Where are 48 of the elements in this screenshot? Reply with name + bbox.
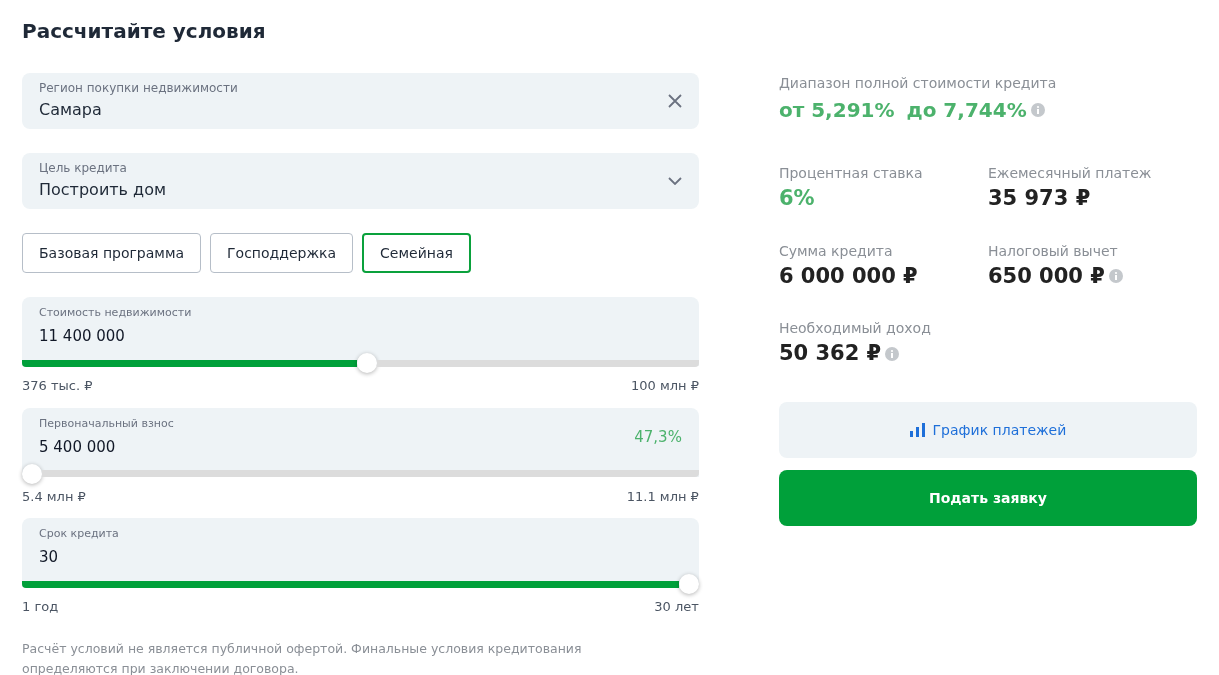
range-from: от 5,291% xyxy=(778,97,895,124)
bar-chart-icon xyxy=(909,422,925,437)
info-icon[interactable] xyxy=(1030,103,1045,117)
disclaimer-text: Расчёт условий не является публичной офертой. Финальные условия кредитования определяются при заключении договора. xyxy=(22,639,583,675)
slider-thumb[interactable] xyxy=(357,353,377,373)
max-value: 11.1 млн ₽ xyxy=(626,487,699,506)
result-label: Необходимый доход xyxy=(778,319,932,338)
field-value: 11 400 000 xyxy=(39,326,126,347)
schedule-button[interactable]: График платежей xyxy=(778,401,1197,458)
close-icon[interactable] xyxy=(667,94,682,108)
min-value: 1 год xyxy=(22,598,59,616)
field-label: Первоначальный взнос xyxy=(39,416,174,431)
slider-field[interactable]: Первоначальный взнос 5 400 000 47,3% xyxy=(22,407,699,471)
min-value: 376 тыс. ₽ xyxy=(22,377,93,395)
slider-field[interactable]: Срок кредита 30 xyxy=(22,518,699,581)
field-label: Цель кредита xyxy=(39,160,128,176)
result-value: 50 362 ₽ xyxy=(778,340,882,367)
min-value: 5.4 млн ₽ xyxy=(22,487,86,506)
result-value: 650 000 ₽ xyxy=(987,262,1105,290)
result-value: 6% xyxy=(778,185,815,212)
result-label: Сумма кредита xyxy=(778,241,894,261)
result-label: Налоговый вычет xyxy=(987,241,1119,261)
field-label: Стоимость недвижимости xyxy=(39,306,192,320)
field-value: 30 xyxy=(39,547,60,568)
field-label: Регион покупки недвижимости xyxy=(39,80,238,96)
chevron-down-icon[interactable] xyxy=(667,177,682,185)
result-label: Процентная ставка xyxy=(778,164,924,183)
slider-field[interactable]: Стоимость недвижимости 11 400 000 xyxy=(22,297,699,360)
field-label: Срок кредита xyxy=(39,527,119,541)
result-label: Ежемесячный платеж xyxy=(987,164,1153,183)
program-tab[interactable]: Господдержка xyxy=(210,233,354,273)
field-value: 5 400 000 xyxy=(39,436,117,458)
region-field[interactable]: Регион покупки недвижимости Самара xyxy=(22,73,699,129)
result-value: 6 000 000 ₽ xyxy=(778,262,918,290)
percentage-text: 47,3% xyxy=(634,426,682,448)
page-title: Рассчитайте условия xyxy=(22,18,267,45)
field-value: Построить дом xyxy=(39,179,167,201)
purpose-dropdown[interactable]: Цель кредита Построить дом xyxy=(22,153,699,209)
info-icon[interactable] xyxy=(1108,269,1123,284)
range-to: до 7,744% xyxy=(906,97,1027,124)
max-value: 100 млн ₽ xyxy=(630,377,699,395)
info-icon[interactable] xyxy=(885,346,900,361)
program-tab[interactable]: Семейная xyxy=(362,233,471,273)
range-label: Диапазон полной стоимости кредита xyxy=(778,74,1058,93)
max-value: 30 лет xyxy=(654,598,699,616)
program-tab[interactable]: Базовая программа xyxy=(22,233,202,273)
field-value: Самара xyxy=(39,99,103,121)
result-value: 35 973 ₽ xyxy=(987,185,1091,212)
